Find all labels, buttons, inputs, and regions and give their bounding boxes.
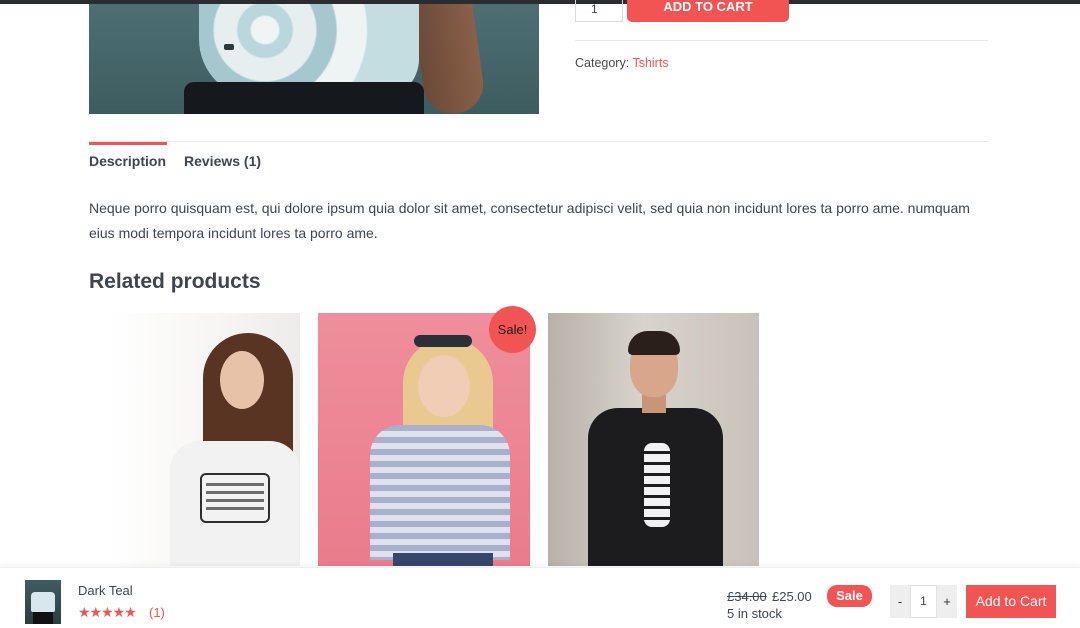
sale-badge: Sale! [489, 306, 536, 353]
tabs-divider [89, 141, 988, 142]
photo-tshirt-striped [370, 425, 510, 560]
quantity-increase-button[interactable]: + [937, 585, 957, 618]
thumbnail-shirt [31, 592, 55, 612]
tab-reviews[interactable]: Reviews (1) [184, 153, 261, 169]
related-product-card[interactable] [548, 313, 759, 566]
photo-pants [184, 82, 424, 114]
sale-price: £25.00 [772, 589, 812, 604]
review-count-link[interactable]: (1) [149, 605, 165, 620]
quantity-decrease-button[interactable]: - [890, 585, 910, 618]
star-rating-icon: ★★★★★ [78, 605, 137, 621]
photo-jeans [393, 553, 493, 566]
stock-status: 5 in stock [727, 606, 782, 621]
photo-shirt-tag [224, 44, 234, 50]
product-main-image[interactable] [89, 4, 539, 114]
description-text: Neque porro quisquam est, qui dolore ips… [89, 200, 970, 241]
product-thumbnail [25, 580, 61, 624]
add-to-cart-button[interactable]: ADD TO CART [627, 0, 789, 22]
related-product-card[interactable] [108, 313, 300, 566]
category-link[interactable]: Tshirts [632, 56, 668, 70]
sticky-add-to-cart-button[interactable]: Add to Cart [966, 585, 1056, 618]
old-price: £34.00 [727, 589, 767, 604]
photo-skeleton-hand-print [644, 443, 670, 527]
tab-description[interactable]: Description [89, 153, 166, 169]
thumbnail-pants [33, 612, 53, 624]
photo-face [418, 355, 470, 417]
product-category: Category: Tshirts [575, 56, 669, 70]
photo-hair [628, 331, 680, 355]
photo-sunglasses [414, 335, 472, 347]
sale-tag: Sale [827, 585, 872, 607]
category-label: Category: [575, 56, 630, 70]
divider [575, 40, 988, 41]
sticky-product-name: Dark Teal [78, 583, 133, 598]
quantity-input[interactable]: 1 [575, 0, 623, 22]
sticky-quantity-input[interactable]: 1 [910, 585, 937, 618]
photo-face [220, 351, 264, 409]
sticky-add-to-cart-bar: Dark Teal ★★★★★ (1) £34.00 £25.00 5 in s… [0, 567, 1080, 628]
related-products-title: Related products [89, 270, 261, 293]
related-product-card[interactable] [318, 313, 530, 566]
photo-print-lines [206, 483, 264, 513]
active-tab-indicator [89, 142, 167, 145]
